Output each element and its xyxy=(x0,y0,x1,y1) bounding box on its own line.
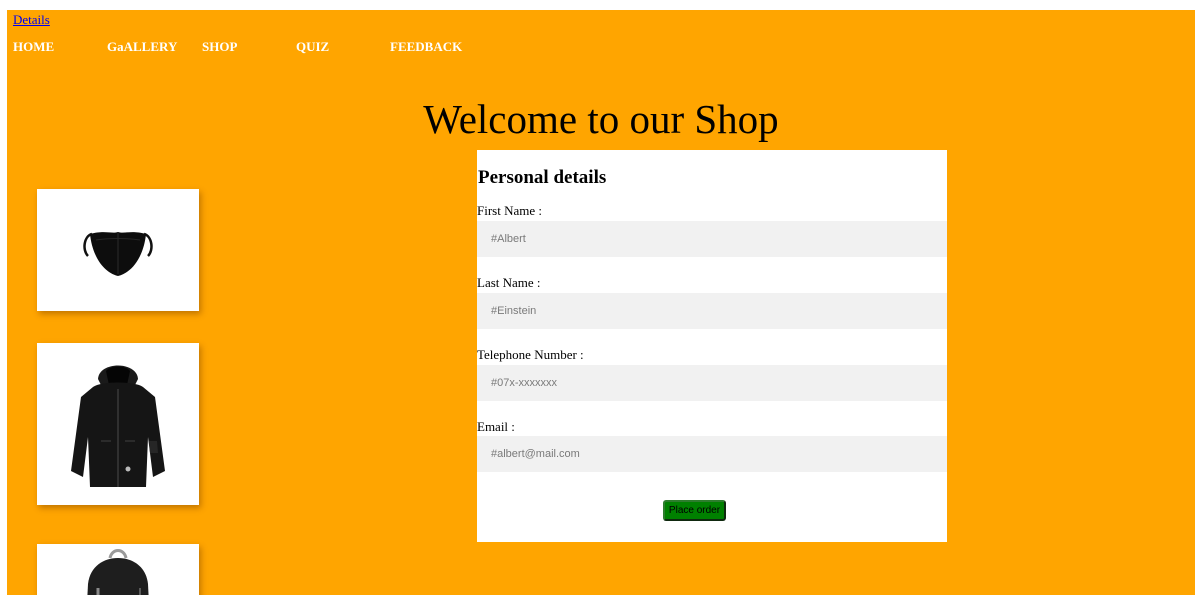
nav-item-feedback[interactable]: FEEDBACK xyxy=(390,39,462,55)
nav-item-quiz[interactable]: QUIZ xyxy=(296,39,329,55)
page-title: Welcome to our Shop xyxy=(423,96,779,142)
form-heading: Personal details xyxy=(478,167,607,188)
nav-item-gallery[interactable]: GaALLERY xyxy=(107,39,177,55)
personal-details-form: Personal details First Name : Last Name … xyxy=(477,150,947,542)
telephone-input[interactable] xyxy=(477,365,947,401)
page-container: Details HOME GaALLERY SHOP QUIZ FEEDBACK… xyxy=(7,10,1195,595)
telephone-label: Telephone Number : xyxy=(477,347,584,362)
black-jacket-icon xyxy=(71,365,165,487)
last-name-input[interactable] xyxy=(477,293,947,329)
place-order-button[interactable]: Place order xyxy=(663,500,726,521)
product-image-mask[interactable] xyxy=(37,189,199,311)
product-image-backpack[interactable] xyxy=(37,544,199,595)
details-link[interactable]: Details xyxy=(13,12,50,28)
product-image-jacket[interactable] xyxy=(37,343,199,505)
first-name-label: First Name : xyxy=(477,203,542,218)
backpack-icon xyxy=(87,549,149,595)
nav-item-home[interactable]: HOME xyxy=(13,39,54,55)
nav-item-shop[interactable]: SHOP xyxy=(202,39,237,55)
face-mask-icon xyxy=(83,232,153,276)
email-label: Email : xyxy=(477,419,515,434)
email-input[interactable] xyxy=(477,436,947,472)
first-name-input[interactable] xyxy=(477,221,947,257)
last-name-label: Last Name : xyxy=(477,275,541,290)
